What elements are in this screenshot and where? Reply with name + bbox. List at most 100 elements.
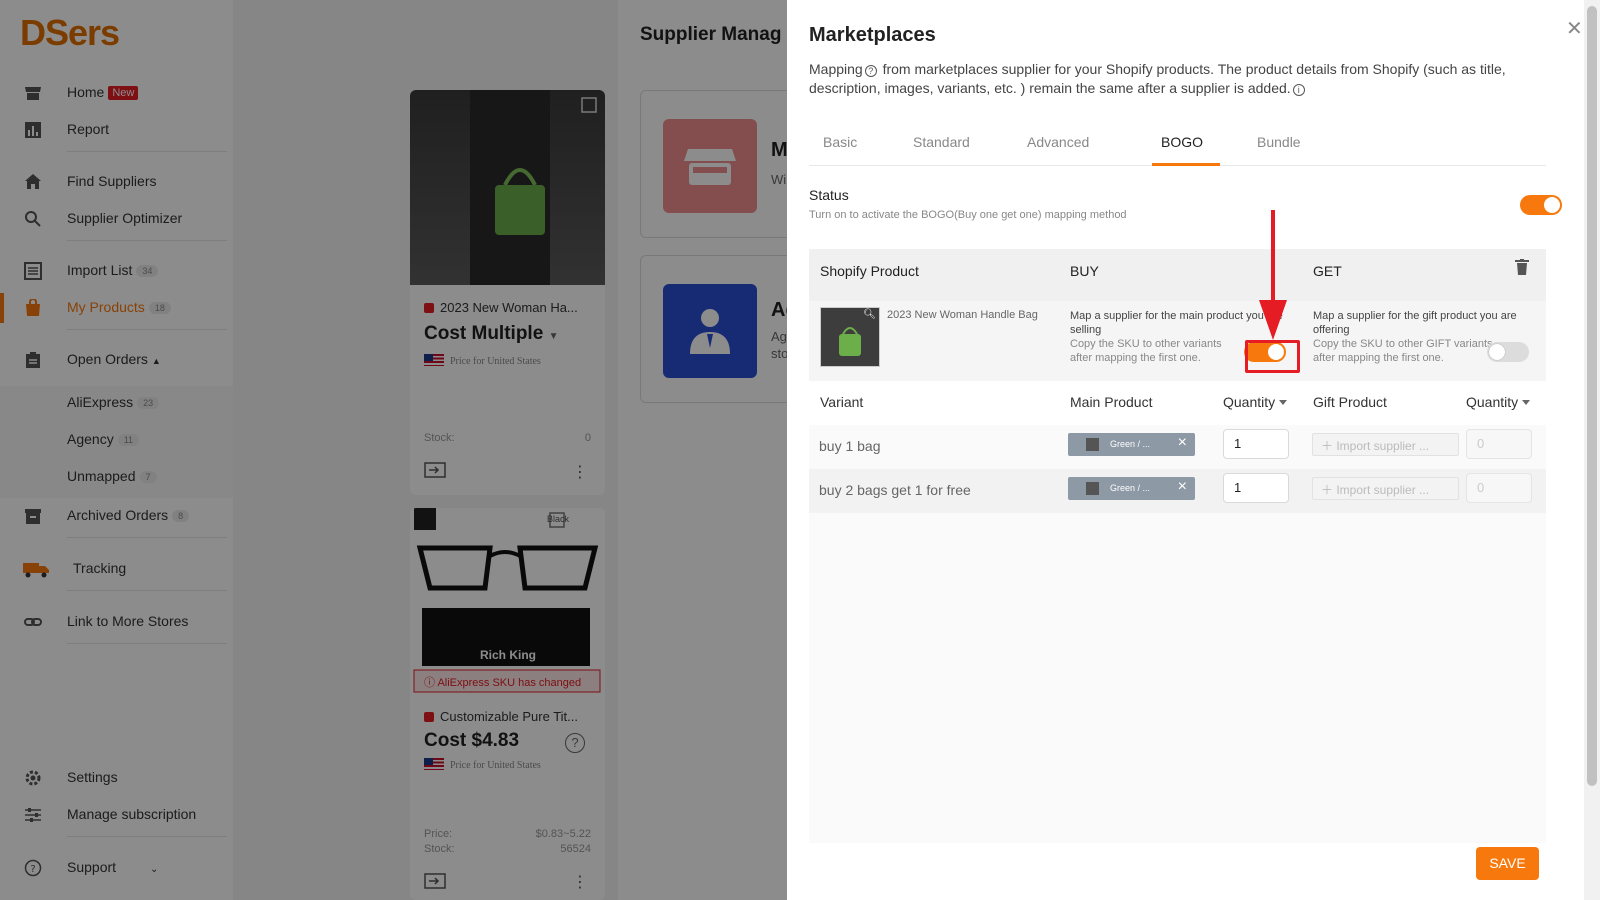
bogo-status-toggle[interactable] [1520,195,1562,215]
tab-standard[interactable]: Standard [913,134,970,150]
sidebar-item-unmapped[interactable]: Unmapped 7 [0,458,233,495]
sidebar-item-home[interactable]: Home New [0,74,233,111]
sidebar-item-import-list[interactable]: Import List 34 [0,252,233,289]
drawer-title: Marketplaces [809,24,936,46]
help-icon[interactable]: ? [565,733,585,753]
tab-bogo[interactable]: BOGO [1161,134,1203,150]
product-card[interactable]: Black Rich King ⓘ AliExpress SKU has cha… [410,508,605,900]
remove-icon[interactable]: × [1178,434,1187,452]
sidebar-item-tracking[interactable]: Tracking [0,550,233,587]
variant-name: buy 1 bag [819,438,881,454]
col-shopify-product: Shopify Product [820,263,919,279]
sidebar-item-archived-orders[interactable]: Archived Orders 8 [0,497,233,534]
panel-title: Supplier Manag [640,24,782,45]
tab-bundle[interactable]: Bundle [1257,134,1301,150]
scrollbar-thumb[interactable] [1587,6,1597,786]
main-product-tag[interactable]: Green / ... × [1068,433,1195,456]
col-quantity-main[interactable]: Quantity [1223,394,1288,410]
sidebar-item-my-products[interactable]: My Products 18 [0,289,233,326]
push-to-store-icon[interactable] [424,462,446,478]
product-cost[interactable]: Cost Multiple ▼ [424,323,558,345]
us-flag-icon [424,354,444,366]
toggle-knob [1489,344,1505,360]
caret-down-icon [1522,400,1531,405]
supplier-option-card[interactable]: Ag Ag sto [640,255,810,403]
divider [67,643,227,644]
col-quantity-gift[interactable]: Quantity [1466,394,1531,410]
product-title: 2023 New Woman Ha... [424,300,578,315]
product-thumb-icon [1086,482,1099,495]
sidebar-item-label: AliExpress [67,394,134,410]
count-badge: 34 [136,265,159,277]
col-main-product: Main Product [1070,394,1153,410]
scrollbar[interactable] [1584,0,1600,900]
sidebar-item-aliexpress[interactable]: AliExpress 23 [0,384,233,421]
save-button[interactable]: SAVE [1476,847,1539,880]
gift-quantity-input[interactable]: 0 [1466,429,1532,459]
sidebar-item-link-stores[interactable]: Link to More Stores [0,603,233,640]
stock-label: Stock: [424,432,455,444]
drawer-description: Mapping? from marketplaces supplier for … [809,61,1506,96]
help-circle-icon: ? [24,859,42,877]
sidebar-item-report[interactable]: Report [0,111,233,148]
dsers-logo[interactable]: DSers [20,12,120,54]
sidebar-item-manage-subscription[interactable]: Manage subscription [0,796,233,833]
brand-text: Rich King [480,648,536,662]
sidebar-item-supplier-optimizer[interactable]: Supplier Optimizer [0,200,233,237]
quantity-input[interactable]: 1 [1223,473,1289,503]
more-options-icon[interactable]: ⋮ [572,462,588,482]
product-image: Black Rich King ⓘ AliExpress SKU has cha… [410,508,605,708]
main-product-tag[interactable]: Green / ... × [1068,477,1195,500]
trash-icon[interactable] [1515,259,1529,275]
product-card[interactable]: 2023 New Woman Ha... Cost Multiple ▼ Pri… [410,90,605,495]
divider [67,590,227,591]
gift-quantity-input[interactable]: 0 [1466,473,1532,503]
sliders-icon [25,808,41,822]
sidebar-item-label: Support [67,859,117,875]
push-to-store-icon[interactable] [424,873,446,889]
sidebar-item-open-orders[interactable]: Open Orders ▲ [0,341,233,378]
card-subtitle: Ag sto [771,329,789,361]
more-options-icon[interactable]: ⋮ [572,872,588,892]
remove-icon[interactable]: × [1178,478,1187,496]
store-icon [25,87,41,100]
sidebar-item-support[interactable]: ? Support ⌄ [0,849,233,886]
new-badge: New [108,86,139,100]
info-icon[interactable]: i [1292,84,1305,96]
supplier-option-card[interactable]: M Wi [640,90,810,238]
count-badge: 18 [148,302,171,314]
product-thumbnail[interactable]: 🔍︎ [820,307,880,367]
get-copy-sku-toggle[interactable] [1487,342,1529,362]
import-supplier-button[interactable]: ＋ Import supplier ... [1312,433,1459,456]
annotation-highlight-box [1245,340,1300,373]
sidebar-item-label: Import List [67,262,133,278]
marketplace-store-icon [663,119,757,213]
chevron-down-icon: ⌄ [149,864,159,875]
product-name: 2023 New Woman Handle Bag [887,309,1038,321]
sidebar-item-label: Supplier Optimizer [67,210,183,226]
mapping-tabs: Basic Standard Advanced BOGO Bundle [809,130,1546,166]
sidebar-item-settings[interactable]: Settings [0,759,233,796]
import-supplier-button[interactable]: ＋ Import supplier ... [1312,477,1459,500]
col-buy: BUY [1070,263,1099,279]
chevron-up-icon: ▲ [151,356,161,366]
divider [67,240,227,241]
tab-advanced[interactable]: Advanced [1027,134,1089,150]
quantity-input[interactable]: 1 [1223,429,1289,459]
zoom-icon[interactable]: 🔍︎ [863,309,876,320]
archive-icon [25,509,41,524]
gear-icon [25,770,41,786]
sidebar-item-agency[interactable]: Agency 11 [0,421,233,458]
table-header: Shopify Product BUY GET [809,249,1546,301]
sidebar-item-find-suppliers[interactable]: Find Suppliers [0,163,233,200]
tab-basic[interactable]: Basic [823,134,857,150]
col-gift-product: Gift Product [1313,394,1387,410]
link-icon [24,618,42,626]
shopping-bag-icon [26,299,40,316]
price-label: Price: [424,828,453,840]
us-flag-icon [424,758,444,770]
close-icon[interactable]: ✕ [1566,16,1583,41]
report-icon [25,122,41,138]
plus-icon: ＋ [1321,439,1337,453]
help-icon[interactable]: ? [864,65,877,77]
